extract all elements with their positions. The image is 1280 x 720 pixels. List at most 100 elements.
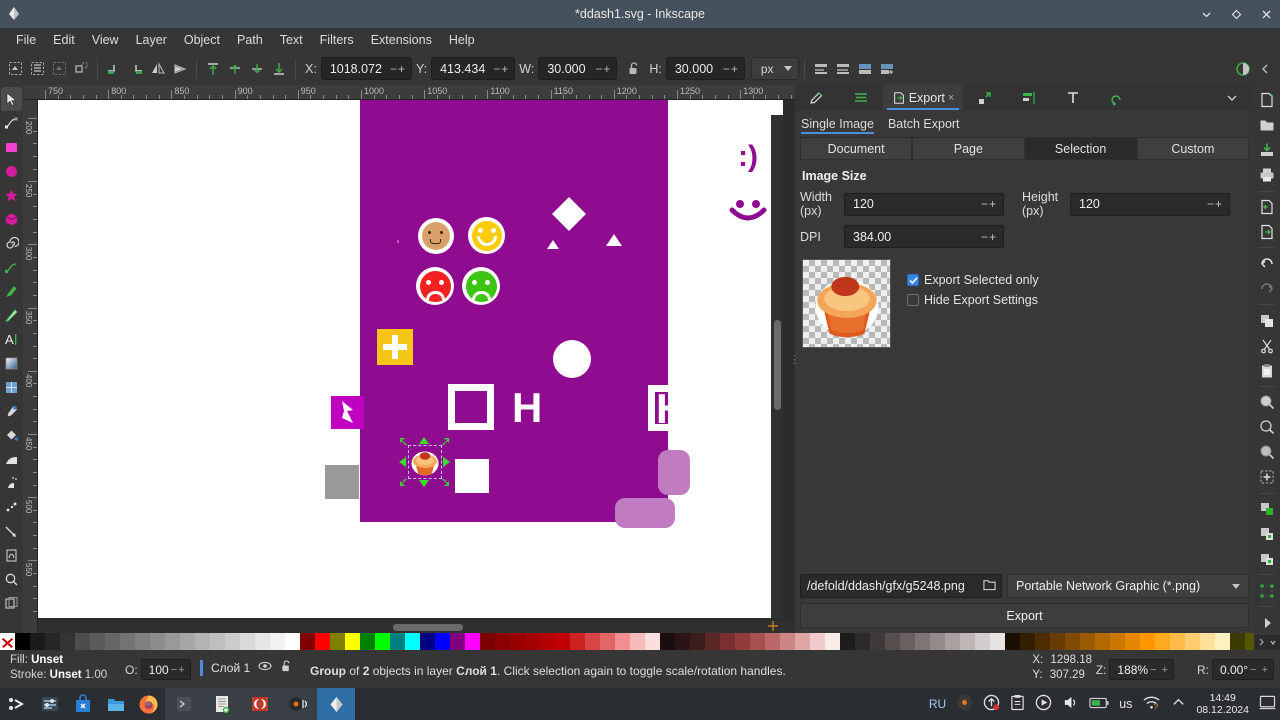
palette-swatch[interactable] (1185, 633, 1200, 650)
purple-face-emoticon[interactable] (728, 196, 774, 226)
palette-swatch[interactable] (1050, 633, 1065, 650)
palette-swatch[interactable] (720, 633, 735, 650)
palette-swatch[interactable] (375, 633, 390, 650)
tool-ellipse[interactable] (1, 159, 22, 183)
minimize-icon[interactable] (1198, 6, 1214, 22)
paste-icon[interactable] (1255, 358, 1279, 383)
dock-resize-grip[interactable]: ⋮ (789, 353, 800, 366)
palette-swatch[interactable] (240, 633, 255, 650)
battery-icon[interactable] (1089, 696, 1109, 713)
white-diamond[interactable] (552, 197, 586, 231)
palette-swatch[interactable] (600, 633, 615, 650)
affect-rounded-corners-icon[interactable] (832, 58, 854, 80)
tool-paint-bucket[interactable] (1, 423, 22, 447)
palette-swatch[interactable] (555, 633, 570, 650)
undo-icon[interactable] (1255, 251, 1279, 276)
disc-icon[interactable] (956, 694, 973, 714)
palette-swatch[interactable] (315, 633, 330, 650)
emoji-neutral-face[interactable] (418, 218, 454, 254)
tool-selector[interactable] (1, 87, 22, 111)
rotation-input[interactable]: 0.00° − + (1211, 659, 1274, 680)
raise-to-top-icon[interactable] (202, 58, 224, 80)
palette-swatch[interactable] (255, 633, 270, 650)
tool-gradient[interactable] (1, 351, 22, 375)
palette-swatch[interactable] (990, 633, 1005, 650)
white-triangle-small[interactable] (547, 240, 559, 249)
purple-smile-emoticon[interactable]: :) (738, 142, 758, 172)
export-area-selection[interactable]: Selection (1024, 137, 1137, 160)
tool-node-editor[interactable] (1, 111, 22, 135)
ungroup-icon[interactable] (1255, 522, 1279, 547)
tool-lpe[interactable] (1, 543, 22, 567)
palette-swatch[interactable] (855, 633, 870, 650)
white-square-filled[interactable] (455, 459, 489, 493)
opacity-stepper[interactable]: −+ (171, 664, 190, 676)
tool-calligraphy[interactable] (1, 303, 22, 327)
gray-square[interactable] (325, 465, 359, 499)
menu-text[interactable]: Text (272, 30, 311, 50)
tool-rectangle[interactable] (1, 135, 22, 159)
dock-tab-align[interactable] (1007, 85, 1051, 110)
palette-swatch[interactable] (705, 633, 720, 650)
palette-swatch[interactable] (15, 633, 30, 650)
export-area-custom[interactable]: Custom (1136, 137, 1249, 160)
horizontal-ruler[interactable]: 750 800 850 900 950 1000 1050 1100 1150 1200 1250 1… (23, 85, 795, 100)
select-in-layers-icon[interactable] (26, 58, 48, 80)
export-area-document[interactable]: Document (800, 137, 913, 160)
menu-edit[interactable]: Edit (45, 30, 83, 50)
tool-eraser[interactable] (1, 495, 22, 519)
width-input[interactable]: 120 −+ (844, 192, 1004, 216)
dock-overflow-chevron-down-icon[interactable] (1210, 85, 1254, 110)
eye-icon[interactable] (258, 659, 272, 676)
palette-swatch[interactable] (780, 633, 795, 650)
palette-swatch[interactable] (150, 633, 165, 650)
software-store-icon[interactable] (66, 688, 99, 720)
canvas-horizontal-scrollbar[interactable] (38, 621, 783, 633)
palette-swatch[interactable] (1035, 633, 1050, 650)
palette-swatch[interactable] (1155, 633, 1170, 650)
canvas-vertical-scrollbar[interactable] (771, 115, 783, 618)
palette-swatch[interactable] (540, 633, 555, 650)
volume-icon[interactable] (1062, 694, 1079, 714)
palette-swatch[interactable] (1020, 633, 1035, 650)
height-stepper[interactable]: −+ (1207, 197, 1229, 211)
rotation-stepper[interactable]: − + (1250, 664, 1273, 676)
palette-swatch[interactable] (900, 633, 915, 650)
menu-view[interactable]: View (84, 30, 127, 50)
palette-swatch[interactable] (645, 633, 660, 650)
layer-name[interactable]: Слой 1 (211, 661, 250, 675)
zoom-input[interactable]: 188% − + (1109, 659, 1174, 680)
settings-icon[interactable] (33, 688, 66, 720)
palette-swatch[interactable] (105, 633, 120, 650)
x-stepper[interactable]: −+ (390, 62, 411, 76)
unit-select[interactable]: px (750, 57, 799, 80)
export-icon[interactable] (1255, 220, 1279, 245)
flip-vertical-icon[interactable] (169, 58, 191, 80)
tool-spray[interactable] (1, 471, 22, 495)
tool-spiral[interactable] (1, 231, 22, 255)
magenta-arrow-square[interactable] (331, 396, 364, 429)
terminal-window[interactable] (165, 688, 203, 720)
copy-icon[interactable] (1255, 308, 1279, 333)
palette-swatch[interactable] (120, 633, 135, 650)
palette-swatch[interactable] (45, 633, 60, 650)
h-stepper[interactable]: −+ (723, 62, 744, 76)
redo-icon[interactable] (1255, 276, 1279, 301)
palette-swatch[interactable] (30, 633, 45, 650)
tool-zoom[interactable] (1, 567, 22, 591)
export-filename-input[interactable]: /defold/ddash/gfx/g5248.png (800, 574, 1002, 598)
emoji-smile-face[interactable] (468, 217, 505, 254)
palette-swatch[interactable] (210, 633, 225, 650)
menu-file[interactable]: File (8, 30, 44, 50)
edit-object-icon[interactable] (70, 58, 92, 80)
firefox-icon[interactable] (132, 688, 165, 720)
new-document-icon[interactable] (1255, 88, 1279, 113)
palette-swatch[interactable] (660, 633, 675, 650)
palette-swatch[interactable] (885, 633, 900, 650)
palette-swatch[interactable] (1170, 633, 1185, 650)
palette-swatch[interactable] (630, 633, 645, 650)
palette-swatch[interactable] (405, 633, 420, 650)
chevron-up-icon[interactable] (1171, 695, 1186, 713)
palette-swatch[interactable] (915, 633, 930, 650)
update-icon[interactable] (983, 694, 1000, 714)
